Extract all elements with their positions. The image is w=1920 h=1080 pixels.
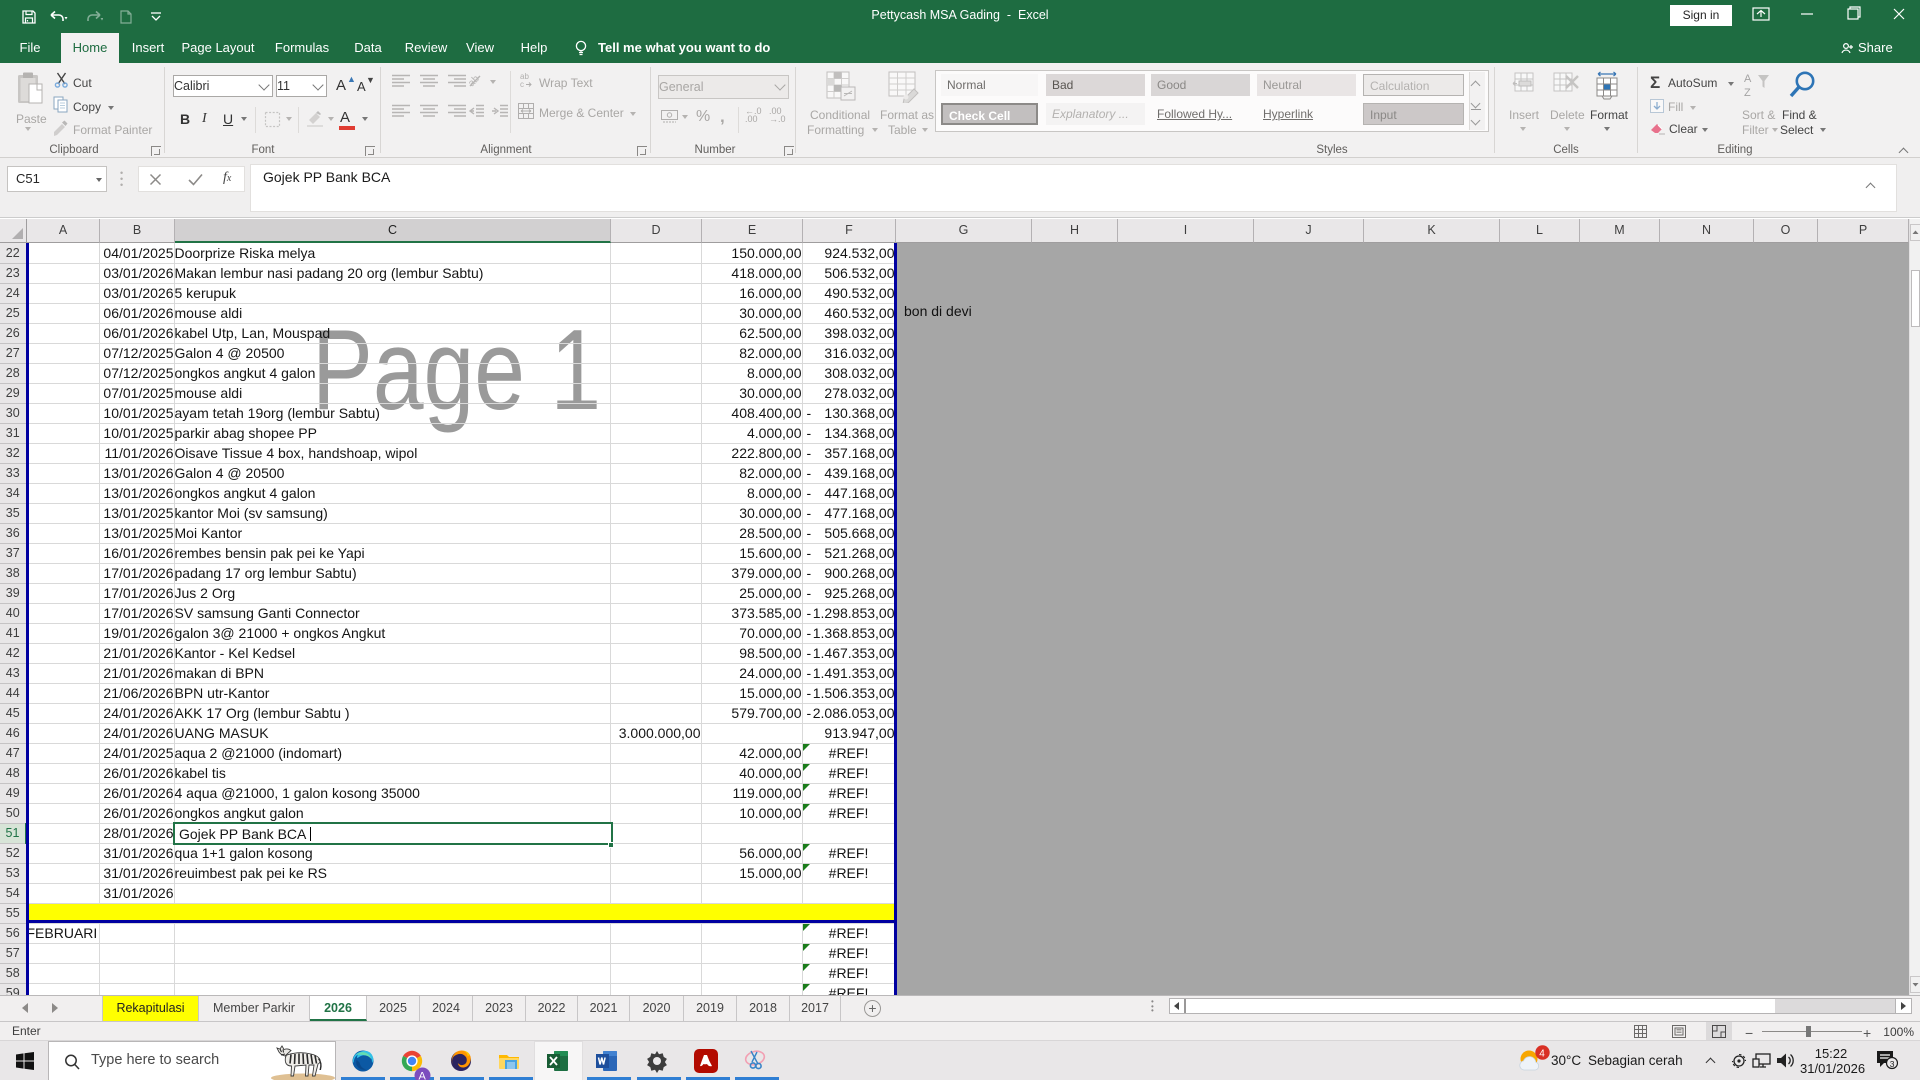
svg-text:A: A: [419, 1071, 427, 1080]
svg-text:ab: ab: [468, 73, 482, 89]
svg-text:A: A: [1744, 73, 1752, 85]
svg-text:Z: Z: [1744, 87, 1751, 99]
svg-text:3: 3: [1890, 1059, 1895, 1069]
svg-text:4: 4: [1539, 1048, 1545, 1059]
svg-text:c: c: [520, 80, 524, 88]
